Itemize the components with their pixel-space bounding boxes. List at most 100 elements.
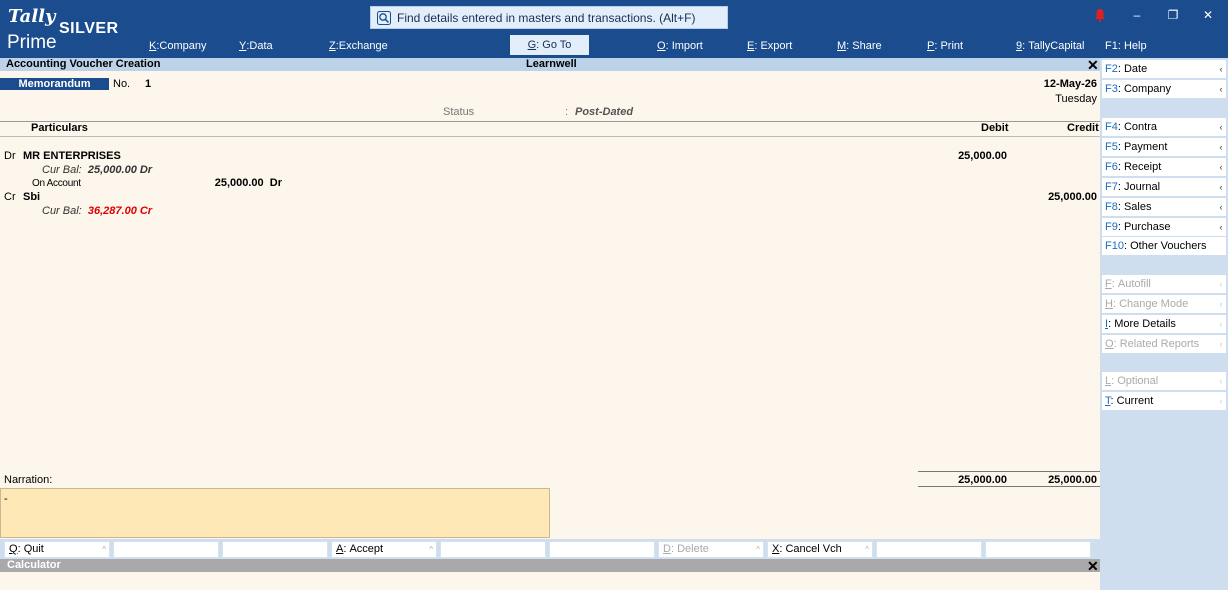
voucher-no[interactable]: 1: [145, 78, 151, 90]
change-mode-button: H: Change Mode: [1102, 295, 1216, 313]
entry-credit[interactable]: 25,000.00: [1010, 191, 1097, 203]
button-key: T: [1105, 395, 1111, 407]
empty-button: [113, 541, 219, 558]
button-label: Change Mode: [1119, 298, 1189, 310]
button-label: Current: [1116, 395, 1154, 407]
chevron-left-icon[interactable]: ‹: [1216, 198, 1226, 216]
button-key: A: [336, 543, 344, 555]
entry-debit[interactable]: 25,000.00: [920, 150, 1007, 162]
voucher-date[interactable]: 12-May-26: [1044, 78, 1097, 90]
totals-divider: [918, 486, 1100, 487]
date-button[interactable]: F2: Date: [1102, 60, 1216, 78]
caret-up-icon: ^: [102, 545, 106, 554]
purchase-button[interactable]: F9: Purchase: [1102, 218, 1216, 236]
minimize-icon[interactable]: –: [1127, 8, 1147, 22]
receipt-button[interactable]: F6: Receipt: [1102, 158, 1216, 176]
button-label: Autofill: [1117, 278, 1151, 290]
entry-ledger[interactable]: MR ENTERPRISES: [23, 150, 121, 162]
curbal-value: 25,000.00 Dr: [87, 164, 153, 176]
chevron-left-icon[interactable]: ‹: [1216, 218, 1226, 236]
entry-ledger[interactable]: Sbi: [23, 191, 40, 203]
search-box[interactable]: Find details entered in masters and tran…: [370, 6, 728, 29]
narration-field[interactable]: -: [0, 488, 550, 538]
menu-exchange[interactable]: Z: Exchange: [329, 38, 388, 54]
button-key: F8: [1105, 201, 1118, 213]
contra-button[interactable]: F4: Contra: [1102, 118, 1216, 136]
menu-help[interactable]: F1: Help: [1105, 38, 1147, 54]
voucher-day: Tuesday: [1055, 93, 1097, 105]
current-button[interactable]: T: Current: [1102, 392, 1216, 410]
other-vouchers-button[interactable]: F10: Other Vouchers: [1102, 237, 1216, 255]
empty-button: [876, 541, 982, 558]
voucher-type-badge[interactable]: Memorandum: [0, 78, 109, 90]
logo-tally: Tally: [8, 6, 56, 27]
button-label: More Details: [1114, 318, 1176, 330]
entry-drcr[interactable]: Dr: [4, 150, 16, 162]
restore-icon[interactable]: ❐: [1163, 8, 1183, 22]
total-debit: 25,000.00: [958, 474, 1007, 486]
autofill-button: F: Autofill: [1102, 275, 1216, 293]
menu-company[interactable]: K: Company: [149, 38, 206, 54]
header-divider: [0, 121, 1100, 122]
menu-data[interactable]: Y: Data: [239, 38, 273, 54]
menu-share[interactable]: M: Share: [837, 38, 882, 54]
menu-goto[interactable]: G: Go To: [510, 35, 589, 55]
calculator-bar[interactable]: Calculator: [0, 559, 1100, 572]
menu-export[interactable]: E: Export: [747, 38, 792, 54]
current-balance: Cur Bal: 25,000.00 Dr: [42, 164, 152, 176]
chevron-left-icon[interactable]: ‹: [1216, 118, 1226, 136]
menu-label: Share: [852, 40, 882, 52]
accept-button[interactable]: A: Accept ^: [331, 541, 437, 558]
chevron-left-icon[interactable]: ‹: [1216, 158, 1226, 176]
chevron-left-icon: ‹: [1216, 315, 1226, 333]
menu-tallycapital[interactable]: 9: TallyCapital: [1016, 38, 1085, 54]
button-key: Q: [9, 543, 18, 555]
quit-button[interactable]: Q: Quit ^: [4, 541, 110, 558]
chevron-left-icon[interactable]: ‹: [1216, 178, 1226, 196]
menu-label: Exchange: [338, 40, 388, 52]
empty-button: [549, 541, 655, 558]
close-window-icon[interactable]: ✕: [1198, 8, 1218, 22]
more-details-button[interactable]: I: More Details: [1102, 315, 1216, 333]
notification-bell-icon[interactable]: [1094, 8, 1106, 25]
caret-up-icon: ^: [865, 545, 869, 554]
menu-label: Export: [760, 40, 793, 52]
menu-label: TallyCapital: [1028, 40, 1085, 52]
menu-key: F1: [1105, 40, 1118, 52]
button-key: D: [663, 543, 671, 555]
screen-title: Accounting Voucher Creation: [6, 58, 161, 70]
current-balance: Cur Bal: 36,287.00 Cr: [42, 205, 152, 217]
bill-reference[interactable]: On Account: [32, 178, 81, 189]
menu-key: 9: [1016, 40, 1023, 52]
menu-print[interactable]: P: Print: [927, 38, 963, 54]
curbal-value: 36,287.00 Cr: [87, 205, 153, 217]
button-key: F4: [1105, 121, 1118, 133]
company-button[interactable]: F3: Company: [1102, 80, 1216, 98]
menu-key: Z: [329, 40, 336, 52]
entry-drcr[interactable]: Cr: [4, 191, 16, 203]
button-label: Contra: [1123, 121, 1157, 133]
button-label: Payment: [1123, 141, 1168, 153]
close-screen-icon[interactable]: ✕: [1087, 57, 1099, 74]
journal-button[interactable]: F7: Journal: [1102, 178, 1216, 196]
sales-button[interactable]: F8: Sales: [1102, 198, 1216, 216]
chevron-left-icon: ‹: [1216, 335, 1226, 353]
bill-amount-drcr: Dr: [269, 177, 282, 189]
chevron-left-icon[interactable]: ‹: [1216, 138, 1226, 156]
chevron-left-icon: ‹: [1216, 372, 1226, 390]
screen-title-bar: Accounting Voucher Creation Learnwell: [0, 58, 1100, 71]
cancel-voucher-button[interactable]: X: Cancel Vch ^: [767, 541, 873, 558]
bill-amount-value: 25,000.00: [214, 177, 264, 189]
payment-button[interactable]: F5: Payment: [1102, 138, 1216, 156]
button-label: Cancel Vch: [785, 543, 842, 555]
empty-button: [440, 541, 546, 558]
chevron-left-icon[interactable]: ‹: [1216, 60, 1226, 78]
close-calculator-icon[interactable]: ✕: [1087, 558, 1099, 575]
menu-key: M: [837, 40, 847, 52]
chevron-left-icon[interactable]: ‹: [1216, 80, 1226, 98]
status-colon: :: [565, 106, 569, 118]
button-key: L: [1105, 375, 1112, 387]
menu-import[interactable]: O: Import: [657, 38, 703, 54]
menu-key: P: [927, 40, 935, 52]
button-label: Optional: [1117, 375, 1159, 387]
